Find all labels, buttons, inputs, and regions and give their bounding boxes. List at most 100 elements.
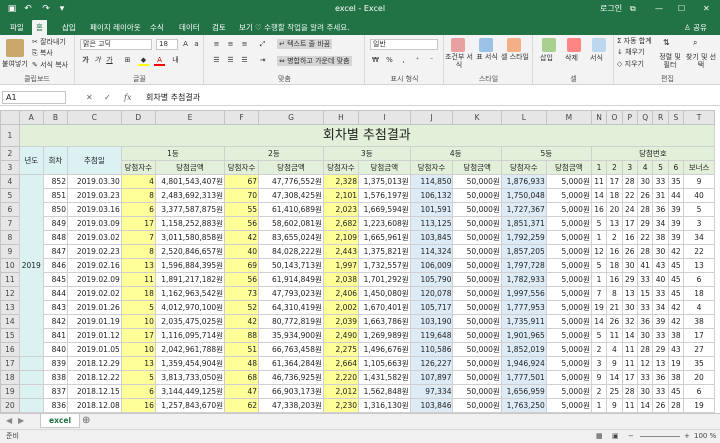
cell-num1[interactable]: 11 [590,174,608,189]
col-header[interactable]: G [258,110,324,125]
cell-num1[interactable]: 2 [590,342,608,357]
cell-num5[interactable]: 26 [652,398,669,413]
cell-num4[interactable]: 33 [636,300,654,315]
header-bonus[interactable]: 보너스 [683,160,715,175]
font-size-combo[interactable]: 18 [156,39,178,50]
cell-bonus[interactable]: 9 [683,174,715,189]
row-header[interactable]: 10 [0,258,20,273]
cell-fifth-amount[interactable]: 5,000원 [545,314,592,329]
fill-button[interactable]: ↓ 채우기 [617,47,644,57]
cell-num3[interactable]: 16 [621,230,638,245]
header-5th-prize[interactable]: 5등 [500,146,592,161]
cell-fifth-amount[interactable]: 5,000원 [545,300,592,315]
cell-fifth-count[interactable]: 1,797,728 [500,258,547,273]
normal-view-icon[interactable]: ▦ [596,430,603,443]
header-round[interactable]: 회차 [42,146,68,175]
cell-bonus[interactable]: 17 [683,328,715,343]
cell-num2[interactable]: 2 [606,230,623,245]
cell-date[interactable]: 2019.03.16 [66,202,122,217]
cell-third-amount[interactable]: 1,431,582원 [358,370,411,385]
name-box[interactable]: A1 [2,91,66,104]
cell-num3[interactable]: 22 [621,188,638,203]
cell-bonus[interactable]: 34 [683,230,715,245]
border-icon[interactable]: ⊞ [122,55,133,66]
header-2nd-prize[interactable]: 2등 [224,146,324,161]
cell-second-amount[interactable]: 47,776,552원 [258,174,324,189]
cell-num2[interactable]: 13 [606,216,623,231]
cell-second-amount[interactable]: 61,410,689원 [258,202,324,217]
cut-button[interactable]: ✂ 잘라내기 [32,37,66,47]
cell-num3[interactable]: 28 [621,174,638,189]
formula-input[interactable]: 회차별 추첨결과 [146,91,200,104]
cell-fourth-amount[interactable]: 50,000원 [452,202,502,217]
format-cells-button[interactable]: 서식 [590,53,603,63]
cell-bonus[interactable]: 5 [683,202,715,217]
percent-icon[interactable]: % [384,55,395,66]
cell-bonus[interactable]: 27 [683,342,715,357]
cell-num5[interactable]: 33 [652,174,669,189]
cell-fourth-count[interactable]: 103,845 [409,230,454,245]
header-prize-amount[interactable]: 당첨금액 [452,160,502,175]
cell-fourth-count[interactable]: 106,132 [409,188,454,203]
cell-round[interactable]: 842 [42,314,68,329]
clear-button[interactable]: ◇ 지우기 [617,59,644,69]
cell-first-count[interactable]: 13 [120,258,156,273]
cell-third-count[interactable]: 2,490 [322,328,360,343]
cell-bonus[interactable]: 3 [683,216,715,231]
cell-num3[interactable]: 11 [621,342,638,357]
cell-bonus[interactable]: 19 [683,398,715,413]
cell-date[interactable]: 2019.02.16 [66,258,122,273]
row-header[interactable]: 16 [0,342,20,357]
cell-fourth-count[interactable]: 119,648 [409,328,454,343]
cell-third-amount[interactable]: 1,223,608원 [358,216,411,231]
row-header[interactable]: 5 [0,188,20,203]
cell-second-amount[interactable]: 61,364,284원 [258,356,324,371]
cell-num4[interactable]: 29 [636,216,654,231]
cell-fourth-count[interactable]: 113,125 [409,216,454,231]
cell-fourth-amount[interactable]: 50,000원 [452,230,502,245]
cell-num6[interactable]: 39 [667,230,685,245]
cell-second-amount[interactable]: 47,338,203원 [258,398,324,413]
cell-first-count[interactable]: 18 [120,286,156,301]
cell-num4[interactable]: 26 [636,188,654,203]
cell-num2[interactable]: 25 [606,384,623,399]
cell-num2[interactable]: 17 [606,174,623,189]
cell-first-count[interactable]: 6 [120,202,156,217]
autosum-button[interactable]: Σ 자동 합계 [617,36,652,46]
cell-num1[interactable]: 12 [590,244,608,259]
cell-num2[interactable]: 16 [606,244,623,259]
cell-date[interactable]: 2019.01.12 [66,328,122,343]
col-header[interactable]: H [322,110,360,125]
number-format-combo[interactable]: 일반 [370,39,438,50]
align-middle-icon[interactable]: ≡ [225,39,236,50]
cell-num3[interactable]: 14 [621,328,638,343]
find-select-button[interactable]: 찾기 및 선택 [685,53,717,69]
cell-num6[interactable]: 19 [667,356,685,371]
phonetic-icon[interactable]: 내 [170,55,181,66]
header-winner-count[interactable]: 당첨자수 [322,160,360,175]
cell-fifth-count[interactable]: 1,735,911 [500,314,547,329]
insert-function-icon[interactable]: fx [124,91,131,104]
tab-view[interactable]: 보기 [235,20,257,35]
cell-date[interactable]: 2019.03.09 [66,216,122,231]
cell-fifth-count[interactable]: 1,851,371 [500,216,547,231]
col-header[interactable]: N [590,110,608,125]
login-button[interactable]: 로그인 [600,2,622,16]
cell-fourth-count[interactable]: 105,790 [409,272,454,287]
cell-first-amount[interactable]: 3,813,733,050원 [154,370,226,385]
cell-fourth-amount[interactable]: 50,000원 [452,174,502,189]
cell-num1[interactable]: 2 [590,384,608,399]
cell-num1[interactable]: 5 [590,258,608,273]
cell-num4[interactable]: 28 [636,342,654,357]
cell-second-amount[interactable]: 47,308,425원 [258,188,324,203]
header-number-2[interactable]: 2 [606,160,623,175]
share-button[interactable]: ♙ 공유 [680,20,711,35]
maximize-button[interactable]: ☐ [678,2,685,16]
cell-num3[interactable]: 32 [621,314,638,329]
cell-fifth-count[interactable]: 1,792,259 [500,230,547,245]
cell-second-amount[interactable]: 46,736,925원 [258,370,324,385]
cell-num3[interactable]: 13 [621,286,638,301]
cell-num5[interactable]: 34 [652,216,669,231]
cell-second-amount[interactable]: 66,763,458원 [258,342,324,357]
header-date[interactable]: 추첨일 [66,146,122,175]
